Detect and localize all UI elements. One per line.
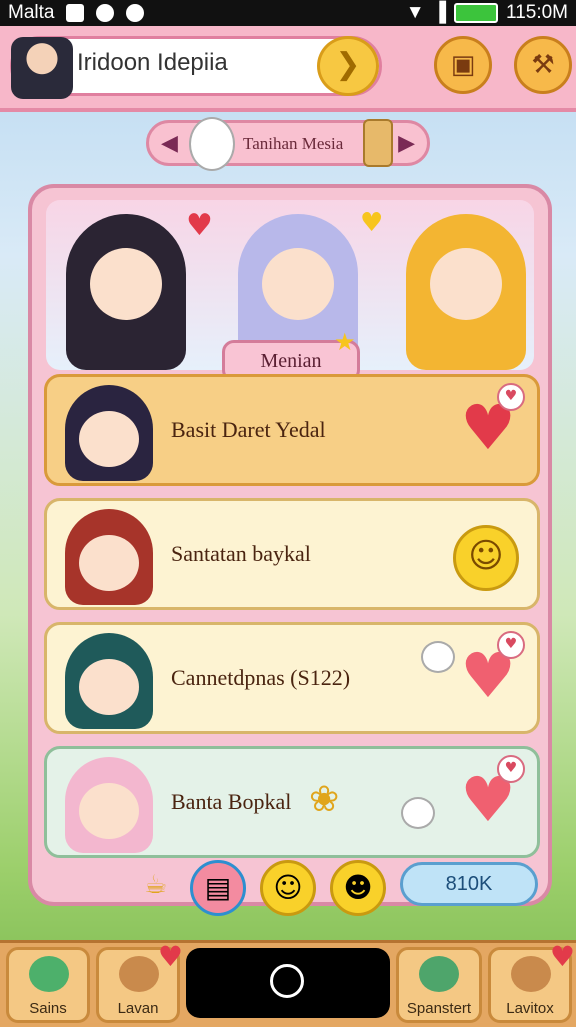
list-item-name: Santatan baykal [171, 541, 311, 566]
carrier-label: Malta [8, 2, 55, 23]
nav-home[interactable]: Sains [6, 947, 90, 1023]
smile-icon: ☺ [273, 871, 303, 904]
wink-icon: ☻ [343, 871, 373, 904]
pineapple-smile-icon[interactable]: ☺ [453, 525, 519, 591]
banner-title: Tanihan Mesia [243, 134, 344, 153]
heart-icon: ♥ [549, 940, 575, 973]
character-icon [119, 956, 159, 992]
avatar [65, 509, 153, 605]
main-panel: ♥ ♥ Menian ★ Basit Daret Yedal ♥ ♥ Santa… [28, 184, 552, 916]
settings-button[interactable]: ⚒ [514, 36, 572, 94]
shop-button[interactable]: ▣ [434, 36, 492, 94]
clock-label: 115:0M [506, 2, 568, 23]
panel-footer: ☕ ▤ ☺ ☻ 810K [32, 852, 556, 916]
list-item-name: Cannetdpnas (S122) [171, 665, 351, 690]
list-item[interactable]: Cannetdpnas (S122) ♥ ♥ [44, 622, 540, 734]
list-item[interactable]: Santatan baykal ☺ [44, 498, 540, 610]
emoji-button[interactable]: ☺ [260, 860, 316, 916]
ticket-icon: ▤ [204, 871, 232, 904]
battery-icon [454, 3, 499, 23]
nav-lavitox[interactable]: Lavitox ♥ [488, 940, 575, 1023]
score-button[interactable]: 810K [400, 862, 538, 906]
like-badge-icon: ♥ [497, 383, 525, 411]
prev-arrow-button[interactable]: ◀ [161, 131, 178, 156]
signal-icon: ▐ [432, 2, 447, 23]
pet-icon [189, 117, 235, 171]
app-notification-icon [126, 4, 145, 22]
character-icon [511, 956, 551, 992]
emoji-button[interactable]: ☻ [330, 860, 386, 916]
nav-label: Lavan [117, 1000, 159, 1017]
like-badge-icon: ♥ [497, 631, 525, 659]
ticket-button[interactable]: ▤ [190, 860, 246, 916]
home-button-icon[interactable] [270, 964, 304, 998]
drink-icon [363, 119, 393, 167]
heart-icon: ♥ [157, 940, 183, 973]
home-icon [29, 956, 69, 992]
wifi-icon: ▼ [405, 2, 425, 23]
tools-icon: ⚒ [531, 50, 555, 80]
nav-spanstert[interactable]: Spanstert [396, 947, 482, 1023]
heart-icon: ♥ [186, 208, 213, 243]
next-arrow-button[interactable]: ▶ [398, 131, 415, 156]
player-avatar[interactable] [11, 37, 73, 99]
drink-icon: ☕ [144, 870, 168, 900]
list-item[interactable]: Basit Daret Yedal ♥ ♥ [44, 374, 540, 486]
event-banner: ◀ Tanihan Mesia ▶ [146, 117, 430, 171]
character-icon [419, 956, 459, 992]
system-home-bar[interactable] [186, 948, 390, 1018]
star-icon: ★ [334, 328, 356, 356]
pet-icon [421, 641, 455, 673]
top-bar: Iridoon Idepiia ❯ ▣ ⚒ [0, 26, 576, 112]
nav-label: Spanstert [406, 1000, 472, 1017]
list-item-name: Basit Daret Yedal [171, 417, 326, 442]
nav-label: Lavitox [506, 1000, 554, 1017]
pet-icon [401, 797, 435, 829]
character-dark-hair [66, 214, 186, 370]
nav-label: Sains [29, 1000, 67, 1017]
like-badge-icon: ♥ [497, 755, 525, 783]
gallery-icon [66, 4, 85, 22]
search-box[interactable]: Iridoon Idepiia ❯ [10, 36, 382, 99]
nav-lavan[interactable]: Lavan ♥ [96, 940, 183, 1023]
status-bar: Malta ▼ ▐ 115:0M [0, 0, 576, 26]
character-blonde-hair [406, 214, 526, 370]
search-input[interactable]: Iridoon Idepiia [77, 49, 228, 77]
heart-icon: ♥ [360, 208, 384, 238]
location-icon [96, 4, 115, 22]
avatar [65, 385, 153, 481]
go-arrow-button[interactable]: ❯ [317, 36, 379, 96]
avatar [65, 757, 153, 853]
list-item[interactable]: Banta Bopkal ❀ ♥ ♥ [44, 746, 540, 858]
avatar [65, 633, 153, 729]
microphone-icon: ❀ [309, 779, 340, 820]
shop-icon: ▣ [450, 50, 476, 80]
list-item-name: Banta Bopkal [171, 789, 292, 814]
